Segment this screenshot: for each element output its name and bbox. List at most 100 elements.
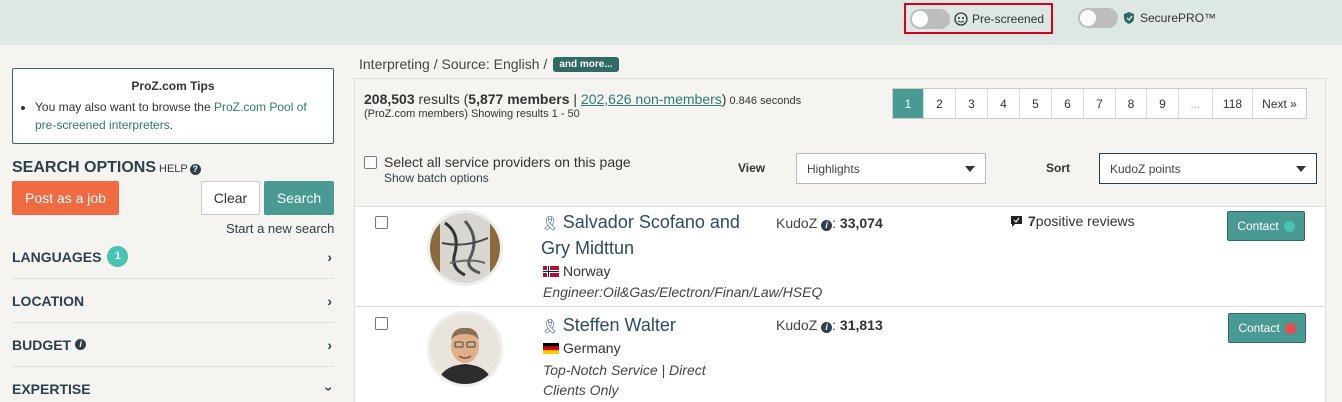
securepro-toggle[interactable]: SecurePRO™ [1078, 5, 1216, 31]
tips-box: ProZ.com Tips You may also want to brows… [12, 68, 334, 144]
provider-country: Norway [543, 263, 610, 279]
online-status-dot [1283, 220, 1295, 232]
facet-location-label: LOCATION [12, 292, 85, 309]
provider-checkbox[interactable] [375, 317, 388, 330]
post-as-job-button[interactable]: Post as a job [12, 181, 119, 215]
page-6[interactable]: 6 [1052, 89, 1084, 118]
page-3[interactable]: 3 [956, 89, 988, 118]
search-options-title: SEARCH OPTIONS [12, 159, 157, 176]
facet-location[interactable]: LOCATION › [12, 279, 334, 323]
new-search-link[interactable]: Start a new search [226, 221, 334, 236]
avatar[interactable] [427, 210, 503, 286]
tips-item: You may also want to browse the ProZ.com… [35, 98, 321, 134]
info-icon[interactable]: i [821, 220, 833, 231]
caret-down-icon [965, 166, 975, 172]
select-all-checkbox[interactable] [364, 155, 377, 169]
kudoz-points: KudoZ i: 33,074 [776, 215, 883, 231]
avatar-photo-image [430, 314, 500, 384]
help-link[interactable]: HELP [159, 163, 188, 175]
results-sep: | [569, 91, 581, 107]
chevron-right-icon: › [327, 248, 332, 265]
provider-specialty: Engineer:Oil&Gas/Electron/Finan/Law/HSEQ [543, 284, 823, 300]
provider-name-text[interactable]: Steffen Walter [563, 315, 676, 335]
kudoz-value: 31,813 [839, 317, 883, 333]
tips-title: ProZ.com Tips [131, 79, 215, 93]
non-members-link[interactable]: 202,626 non-members [581, 91, 722, 107]
sort-label: Sort [1046, 161, 1070, 175]
search-button[interactable]: Search [264, 181, 334, 215]
facet-budget[interactable]: BUDGET i › [12, 323, 334, 367]
reviews-label: positive reviews [1035, 213, 1135, 229]
provider-name[interactable]: 🎗 Salvador Scofano and Gry Midttun [541, 210, 756, 261]
page-5[interactable]: 5 [1020, 89, 1052, 118]
clear-button[interactable]: Clear [201, 181, 260, 215]
prescreened-toggle[interactable]: Pre-screened [904, 3, 1053, 34]
kudoz-label: KudoZ [776, 317, 818, 333]
top-bar: Pre-screened SecurePRO™ [0, 0, 1342, 45]
results-header: 208,503 results (5,877 members | 202,626… [355, 79, 1325, 207]
country-label: Germany [563, 340, 621, 356]
view-label: View [738, 161, 766, 175]
provider-name-text[interactable]: Salvador Scofano and Gry Midttun [541, 212, 740, 258]
tips-text: You may also want to browse the [35, 100, 214, 114]
prescreened-switch[interactable] [910, 8, 950, 29]
page-8[interactable]: 8 [1116, 89, 1147, 118]
help-icon[interactable]: ? [189, 164, 201, 175]
batch-options-link[interactable]: Show batch options [384, 171, 489, 185]
securepro-label: SecurePRO™ [1140, 11, 1217, 25]
avatar[interactable] [427, 311, 503, 387]
facet-budget-label: BUDGET [12, 336, 72, 353]
next-page-button[interactable]: Next » [1253, 89, 1306, 118]
page-2[interactable]: 2 [924, 89, 956, 118]
page-ellipsis: ... [1179, 89, 1213, 118]
select-all-label: Select all service providers on this pag… [384, 154, 631, 170]
results-panel: 208,503 results (5,877 members | 202,626… [354, 78, 1326, 402]
results-word: results ( [414, 91, 469, 107]
page-7[interactable]: 7 [1084, 89, 1116, 118]
facet-languages-label: LANGUAGES [12, 248, 102, 265]
page-1[interactable]: 1 [893, 89, 924, 118]
view-select-value: Highlights [807, 161, 860, 176]
securepro-switch[interactable] [1078, 8, 1118, 28]
germany-flag-icon [543, 342, 559, 354]
view-select[interactable]: Highlights [796, 153, 986, 184]
provider-checkbox[interactable] [375, 216, 388, 229]
facet-expertise[interactable]: EXPERTISE › [12, 367, 338, 402]
languages-count-badge: 1 [107, 246, 129, 267]
ribbon-icon: 🎗 [541, 215, 559, 231]
info-icon[interactable]: i [75, 339, 87, 350]
results-subtext: (ProZ.com members) Showing results 1 - 5… [364, 108, 580, 120]
norway-flag-icon [543, 265, 559, 277]
info-icon[interactable]: i [821, 322, 833, 333]
results-seconds: 0.846 seconds [726, 95, 802, 107]
results-total: 208,503 [364, 91, 415, 107]
page-4[interactable]: 4 [988, 89, 1020, 118]
chevron-right-icon: › [327, 336, 332, 353]
contact-label: Contact [1238, 321, 1280, 335]
kudoz-points: KudoZ i: 31,813 [776, 317, 883, 333]
country-label: Norway [563, 263, 611, 279]
facet-languages[interactable]: LANGUAGES 1 › [12, 235, 334, 279]
kudoz-label: KudoZ [776, 215, 818, 231]
search-options-heading: SEARCH OPTIONS HELP? [12, 159, 201, 177]
prescreened-label: Pre-screened [972, 11, 1045, 26]
sort-select[interactable]: KudoZ points [1099, 153, 1317, 184]
provider-name[interactable]: 🎗 Steffen Walter [541, 313, 756, 339]
page-9[interactable]: 9 [1147, 89, 1179, 118]
ribbon-icon: 🎗 [541, 318, 559, 334]
provider-country: Germany [543, 340, 621, 356]
positive-reviews[interactable]: 7 positive reviews [1010, 213, 1135, 229]
provider-row: 🎗 Steffen Walter Germany Top-Notch Servic… [355, 307, 1325, 402]
reviews-count: 7 [1028, 213, 1036, 229]
page-118[interactable]: 118 [1213, 89, 1253, 118]
shield-icon [1124, 12, 1134, 24]
breadcrumb: Interpreting / Source: English / and mor… [359, 56, 619, 72]
select-all[interactable]: Select all service providers on this pag… [364, 154, 631, 170]
contact-button[interactable]: Contact [1227, 211, 1305, 241]
sort-select-value: KudoZ points [1110, 161, 1181, 176]
and-more-tag[interactable]: and more... [553, 56, 619, 72]
avatar-sketch-image [430, 213, 500, 283]
contact-button[interactable]: Contact [1228, 313, 1306, 343]
comment-icon [1011, 215, 1022, 227]
contact-label: Contact [1237, 219, 1279, 233]
